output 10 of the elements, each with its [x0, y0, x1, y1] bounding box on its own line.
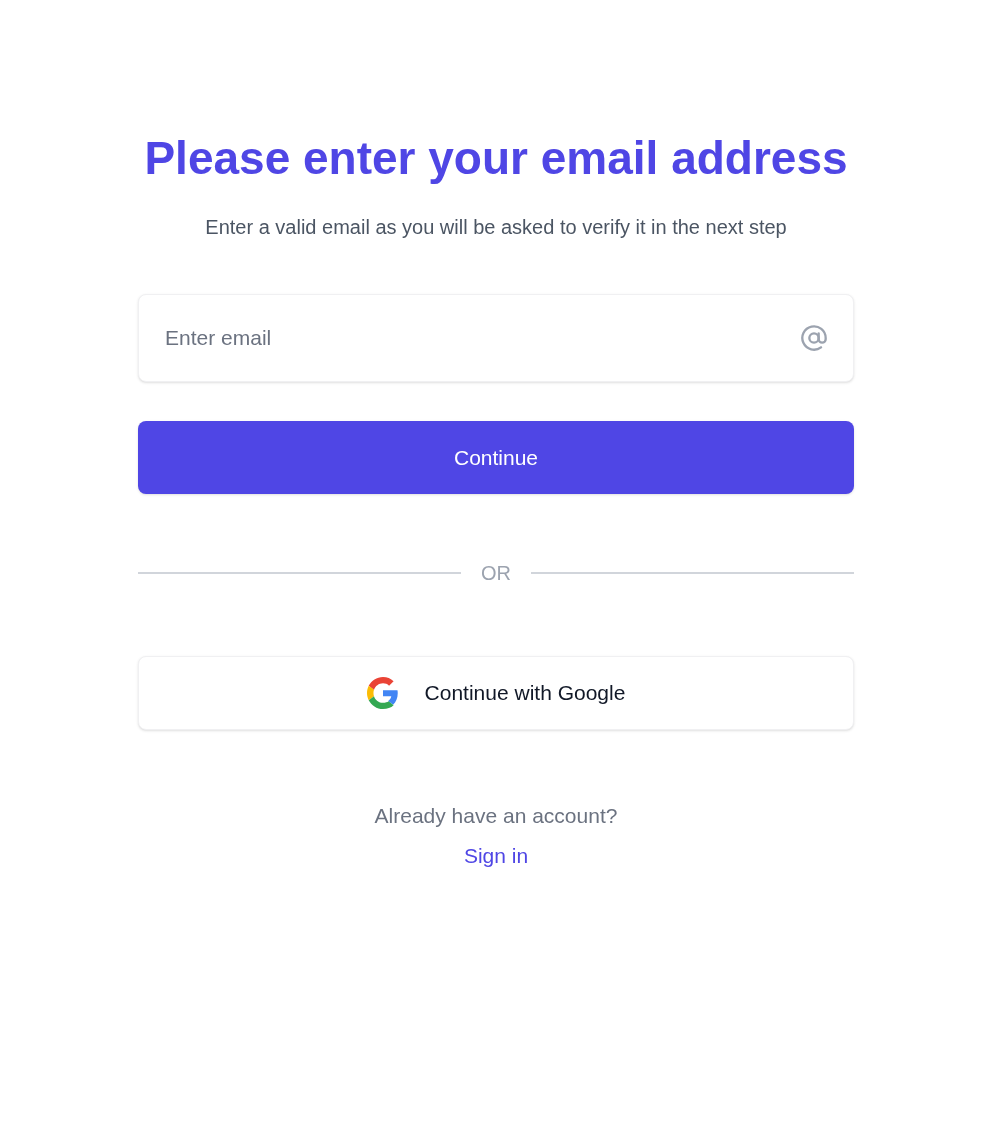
google-g-icon	[366, 677, 399, 709]
continue-button[interactable]: Continue	[138, 421, 854, 494]
sign-in-link[interactable]: Sign in	[463, 839, 529, 871]
email-field[interactable]: Enter email	[138, 294, 854, 382]
at-sign-icon	[800, 324, 828, 352]
page-title: Please enter your email address	[144, 131, 848, 186]
divider-label: OR	[481, 561, 511, 586]
subtitle: Enter a valid email as you will be asked to verify it in the next step	[205, 215, 787, 240]
account-prompt: Already have an account?	[374, 803, 618, 829]
google-button[interactable]: Continue with Google	[138, 656, 854, 730]
